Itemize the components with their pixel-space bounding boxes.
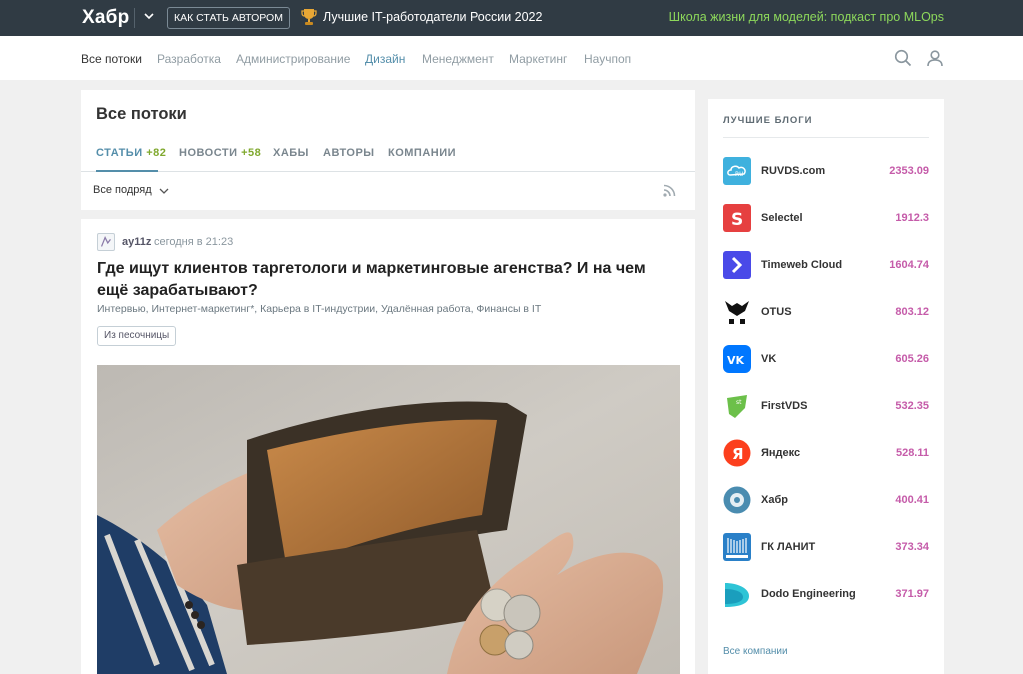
firstvds-logo-icon: st	[723, 392, 751, 420]
vk-logo-icon: VK	[723, 345, 751, 373]
svg-text:st: st	[736, 399, 742, 406]
blog-rating: 1604.74	[889, 259, 929, 271]
blog-name: VK	[761, 353, 777, 365]
timeweb-logo-icon	[723, 251, 751, 279]
otus-logo-icon	[723, 298, 751, 326]
nav-item-design[interactable]: Дизайн	[365, 52, 405, 66]
tab-hubs[interactable]: ХАБЫ	[273, 147, 309, 159]
blog-item-otus[interactable]: OTUS 803.12	[723, 298, 929, 328]
logo-divider	[134, 8, 135, 28]
blog-rating: 2353.09	[889, 165, 929, 177]
blog-name: Timeweb Cloud	[761, 259, 843, 271]
blog-rating: 1912.3	[895, 212, 929, 224]
svg-text:Я: Я	[732, 445, 744, 463]
sandbox-badge[interactable]: Из песочницы	[97, 326, 177, 346]
tab-count: +58	[241, 147, 262, 159]
tabs-divider	[81, 171, 695, 172]
chevron-down-icon[interactable]	[159, 186, 169, 196]
user-icon[interactable]	[926, 49, 944, 67]
divider	[723, 137, 929, 138]
nav-item-popsci[interactable]: Научпоп	[584, 52, 631, 66]
blog-name: Яндекс	[761, 447, 801, 459]
article-hubs[interactable]: Интервью, Интернет-маркетинг*, Карьера в…	[97, 303, 541, 315]
svg-text:VK: VK	[727, 354, 745, 367]
all-companies-link[interactable]: Все компании	[723, 646, 788, 657]
blog-item-yandex[interactable]: Я Яндекс 528.11	[723, 439, 929, 469]
blog-name: OTUS	[761, 306, 792, 318]
nav-item-marketing[interactable]: Маркетинг	[509, 52, 567, 66]
blog-item-vk[interactable]: VK VK 605.26	[723, 345, 929, 375]
article-card: ay11z сегодня в 21:23 Где ищут клиентов …	[81, 219, 695, 674]
tab-authors[interactable]: АВТОРЫ	[323, 147, 375, 159]
become-author-button[interactable]: КАК СТАТЬ АВТОРОМ	[167, 7, 290, 29]
selectel-logo-icon: S	[723, 204, 751, 232]
ruvds-logo-icon: RU	[723, 157, 751, 185]
active-tab-indicator	[96, 170, 158, 172]
blog-rating: 605.26	[895, 353, 929, 365]
author-name[interactable]: ay11z	[122, 236, 151, 248]
blog-item-firstvds[interactable]: st FirstVDS 532.35	[723, 392, 929, 422]
feed-header-card: Все потоки СТАТЬИ +82 НОВОСТИ +58 ХАБЫ А…	[81, 90, 695, 210]
tab-label: НОВОСТИ	[179, 147, 238, 159]
tab-articles[interactable]: СТАТЬИ +82	[96, 147, 166, 159]
blog-name: Dodo Engineering	[761, 588, 856, 600]
habr-logo[interactable]: Хабр	[82, 7, 129, 29]
trophy-icon	[301, 9, 317, 25]
tab-count: +82	[146, 147, 167, 159]
svg-text:S: S	[731, 210, 743, 230]
search-icon[interactable]	[894, 49, 912, 67]
blog-item-lanit[interactable]: ГК ЛАНИТ 373.34	[723, 533, 929, 563]
nav-item-development[interactable]: Разработка	[157, 52, 221, 66]
yandex-logo-icon: Я	[723, 439, 751, 467]
promo-podcast-link[interactable]: Школа жизни для моделей: подкаст про MLO…	[669, 10, 944, 24]
blog-item-timeweb[interactable]: Timeweb Cloud 1604.74	[723, 251, 929, 281]
habr-logo-icon	[723, 486, 751, 514]
avatar[interactable]	[97, 233, 115, 251]
promo-top-employers-link[interactable]: Лучшие IT-работодатели России 2022	[323, 10, 542, 24]
nav-item-management[interactable]: Менеджмент	[422, 52, 494, 66]
blog-name: RUVDS.com	[761, 165, 826, 177]
tab-label: СТАТЬИ	[96, 147, 143, 159]
filter-dropdown[interactable]: Все подряд	[93, 184, 152, 196]
blog-item-selectel[interactable]: S Selectel 1912.3	[723, 204, 929, 234]
publish-time: сегодня в 21:23	[154, 236, 234, 248]
sidebar-title: ЛУЧШИЕ БЛОГИ	[723, 115, 813, 126]
blog-name: ГК ЛАНИТ	[761, 541, 816, 553]
rss-icon[interactable]	[663, 184, 676, 197]
nav-item-administration[interactable]: Администрирование	[236, 52, 350, 66]
blog-item-ruvds[interactable]: RU RUVDS.com 2353.09	[723, 157, 929, 187]
blog-name: Хабр	[761, 494, 788, 506]
nav-bar: Все потоки Разработка Администрирование …	[0, 36, 1023, 80]
nav-item-all-streams[interactable]: Все потоки	[81, 52, 142, 66]
blog-item-dodo[interactable]: Dodo Engineering 371.97	[723, 580, 929, 610]
chevron-down-icon[interactable]	[142, 9, 156, 23]
lanit-logo-icon	[723, 533, 751, 561]
blog-rating: 373.34	[895, 541, 929, 553]
article-cover-image[interactable]	[97, 365, 680, 674]
blog-rating: 371.97	[895, 588, 929, 600]
top-blogs-sidebar: ЛУЧШИЕ БЛОГИ RU RUVDS.com 2353.09 S Sele…	[708, 99, 944, 674]
blog-rating: 532.35	[895, 400, 929, 412]
blog-name: Selectel	[761, 212, 803, 224]
page-title: Все потоки	[96, 105, 187, 123]
tab-companies[interactable]: КОМПАНИИ	[388, 147, 456, 159]
blog-name: FirstVDS	[761, 400, 808, 412]
article-title[interactable]: Где ищут клиентов таргетологи и маркетин…	[97, 258, 677, 302]
blog-item-habr[interactable]: Хабр 400.41	[723, 486, 929, 516]
top-bar: Хабр КАК СТАТЬ АВТОРОМ Лучшие IT-работод…	[0, 0, 1023, 36]
tab-news[interactable]: НОВОСТИ +58	[179, 147, 261, 159]
svg-text:RU: RU	[735, 171, 744, 178]
blog-rating: 400.41	[895, 494, 929, 506]
dodo-logo-icon	[723, 580, 751, 608]
blog-rating: 803.12	[895, 306, 929, 318]
blog-rating: 528.11	[895, 447, 929, 459]
